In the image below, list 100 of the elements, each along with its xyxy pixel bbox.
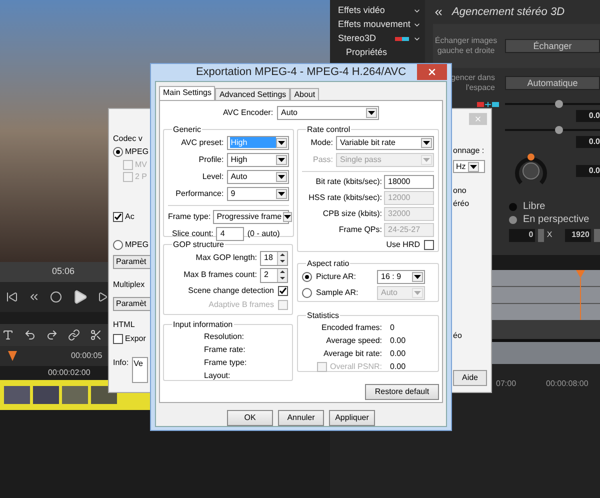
stereo-shift-icon <box>477 102 499 106</box>
dropdown[interactable]: Auto <box>277 106 380 120</box>
dropdown-arrow-icon <box>412 288 423 298</box>
radio-button[interactable] <box>113 240 123 250</box>
ruler-label: 00:00:08:00 <box>546 378 588 390</box>
ruler-label: 00:00:05 <box>71 350 102 362</box>
checkbox-option[interactable]: Ac <box>113 211 134 223</box>
radio-option[interactable]: MPEG <box>113 239 149 251</box>
slider-thumb[interactable] <box>555 100 564 108</box>
radio-button[interactable] <box>302 272 312 282</box>
checkbox-option[interactable]: Expor <box>113 333 146 345</box>
checkbox[interactable] <box>424 240 434 250</box>
help-button[interactable]: Aide <box>453 370 487 386</box>
close-icon <box>427 67 437 77</box>
dropdown[interactable]: Hz <box>453 160 485 173</box>
dialog-button[interactable]: Appliquer <box>329 410 375 426</box>
dropdown-arrow-icon <box>366 108 378 118</box>
dropdown-arrow-icon <box>468 162 479 172</box>
collapse-icon[interactable] <box>433 6 444 18</box>
text-icon[interactable] <box>2 329 14 341</box>
stat-label: Encoded frames: <box>320 322 382 334</box>
undo-icon[interactable] <box>24 329 36 341</box>
playhead-icon[interactable] <box>8 351 17 361</box>
tab[interactable]: Main Settings <box>159 86 216 100</box>
clip-thumbnail <box>62 386 88 404</box>
field-label: Performance: <box>176 188 224 200</box>
option-label: ono <box>453 186 466 195</box>
spin-field[interactable]: 0 <box>509 228 536 242</box>
skip-back-icon[interactable] <box>6 291 18 303</box>
swap-button[interactable]: Échanger <box>505 39 600 53</box>
settings-button[interactable]: Paramèt <box>113 297 151 311</box>
dropdown[interactable]: Variable bit rate <box>336 136 434 150</box>
link-icon[interactable] <box>68 329 80 341</box>
clip-timecode: 00:00:02:00 <box>48 367 90 379</box>
record-icon[interactable] <box>50 291 62 303</box>
radio-button[interactable] <box>113 147 123 157</box>
mode-option[interactable]: En perspective <box>433 213 600 226</box>
redo-icon[interactable] <box>46 329 58 341</box>
value-field[interactable]: 0.0 <box>576 110 600 122</box>
dialog-button[interactable]: Annuler <box>278 410 324 426</box>
info-text-area[interactable]: Ve <box>132 357 148 383</box>
timecode: 05:06 <box>52 265 75 278</box>
spin-arrows-icon[interactable] <box>538 228 544 242</box>
dropdown-arrow-icon <box>276 172 287 182</box>
value-field[interactable]: 0.0 <box>576 165 600 177</box>
settings-button[interactable]: Paramèt <box>113 255 151 269</box>
input-field[interactable]: 18000 <box>384 174 434 188</box>
play-icon[interactable] <box>72 289 88 305</box>
checkbox[interactable] <box>278 286 288 296</box>
menu-item[interactable]: Stereo3D <box>330 32 425 46</box>
tab[interactable]: Advanced Settings <box>215 88 290 100</box>
tab[interactable]: About <box>290 88 320 100</box>
menu-item[interactable]: Effets vidéo <box>330 4 425 18</box>
stat-value: 0 <box>390 322 394 334</box>
restore-default-button[interactable]: Restore default <box>365 384 439 400</box>
menu-item[interactable]: Propriétés <box>330 46 425 60</box>
swap-label: Échanger images gauche et droite <box>434 36 498 56</box>
group-title: HTML <box>113 320 135 329</box>
checkbox-option[interactable]: Scene change detection <box>168 284 288 296</box>
menu-item[interactable]: Effets mouvement <box>330 18 425 32</box>
slider-thumb[interactable] <box>555 126 564 134</box>
spin-field[interactable]: 18 <box>260 250 288 266</box>
field-label: Frame QPs: <box>338 224 382 236</box>
group-title: GOP structure <box>172 238 225 250</box>
option-label: onnage : <box>453 146 484 155</box>
spin-field[interactable]: 2 <box>260 268 288 282</box>
dialog-button[interactable]: OK <box>227 410 273 426</box>
field-label: AVC preset: <box>181 136 224 148</box>
checkbox[interactable] <box>113 334 123 344</box>
dropdown[interactable]: Progressive frame <box>212 210 289 224</box>
radio-button[interactable] <box>302 288 312 298</box>
radio-option[interactable]: Sample AR: <box>302 286 374 298</box>
scissors-icon[interactable] <box>90 329 102 341</box>
radio-button[interactable] <box>509 216 517 224</box>
group-title: Generic <box>172 124 202 136</box>
spin-arrows-icon <box>277 268 287 282</box>
radio-option[interactable]: Picture AR: <box>302 270 374 282</box>
radio-button[interactable] <box>509 202 517 210</box>
input-field[interactable]: 4 <box>216 226 244 240</box>
value-field[interactable]: 0.0 <box>576 136 600 148</box>
ruler-label: 07:00 <box>496 378 516 390</box>
radio-option[interactable]: MPEG <box>113 146 149 158</box>
close-button[interactable] <box>417 64 447 80</box>
hint-text: (0 - auto) <box>247 228 280 240</box>
checkbox-option[interactable]: Use HRD <box>302 238 434 250</box>
rewind-icon[interactable] <box>28 291 40 303</box>
dropdown[interactable]: Auto <box>226 170 289 184</box>
spin-arrows-icon[interactable] <box>594 228 600 242</box>
checkbox[interactable] <box>113 212 123 222</box>
field-label: Mode: <box>310 136 333 148</box>
dropdown[interactable]: High <box>226 152 289 166</box>
unit-label: X <box>546 229 552 241</box>
spin-field[interactable]: 1920 <box>565 228 592 242</box>
dropdown[interactable]: 16 : 9 <box>377 270 425 284</box>
playhead-icon[interactable] <box>576 270 585 320</box>
dropdown[interactable]: 9 <box>226 186 289 200</box>
dropdown-arrow-icon <box>421 154 432 164</box>
auto-button[interactable]: Automatique <box>505 76 600 90</box>
field-label: Level: <box>202 170 224 182</box>
field-label: Slice count: <box>172 228 214 240</box>
